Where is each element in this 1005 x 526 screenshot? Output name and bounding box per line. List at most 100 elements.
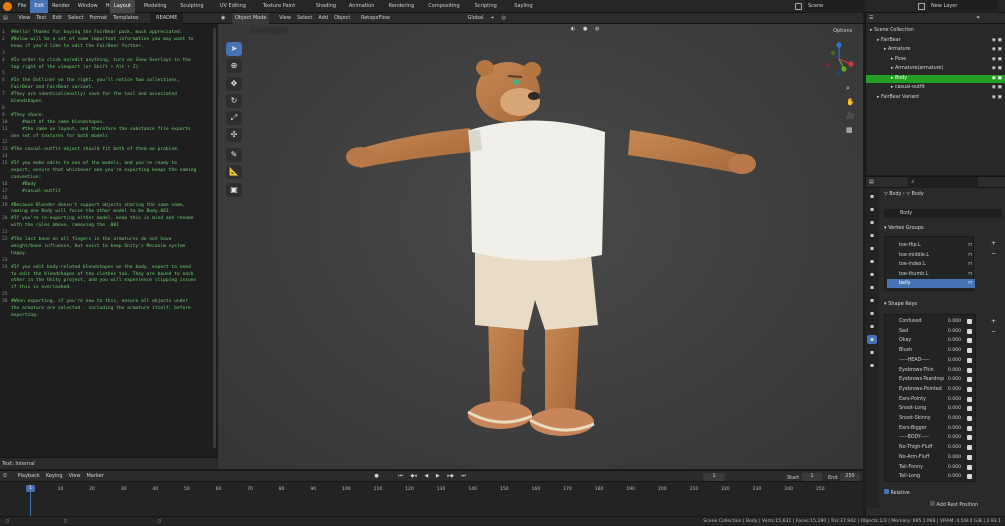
pan-hand-icon[interactable]: ✋ — [846, 98, 855, 106]
vertex-group-remove-icon[interactable]: − — [991, 250, 996, 257]
shape-key-value[interactable]: 0.000 — [948, 453, 961, 462]
properties-tab-view-layer-icon[interactable]: ▪ — [867, 231, 877, 240]
properties-tab-object-icon[interactable]: ▪ — [867, 270, 877, 279]
workspace-tab-rendering[interactable]: Rendering — [385, 0, 419, 13]
transform-orientation[interactable]: Global — [465, 13, 487, 24]
shape-key-item[interactable]: Eyebrows-Teardrop 0.000 — [887, 375, 975, 384]
menu-window[interactable]: Window — [74, 0, 102, 13]
timeline-menu-marker[interactable]: Marker — [83, 471, 106, 482]
outliner-filter-icon[interactable]: ⏷ — [973, 13, 983, 24]
outliner-item[interactable]: ▸ Scene Collection — [866, 27, 1005, 35]
shading-material-icon[interactable]: ◍ — [592, 24, 602, 35]
vertex-group-item[interactable]: toe-Hip.L ⊓ — [887, 241, 975, 250]
snap-icon[interactable]: ⌖ — [488, 13, 497, 24]
add-cube-tool-icon[interactable]: ▣ — [226, 183, 242, 197]
properties-tab-scene-icon[interactable]: ▪ — [867, 244, 877, 253]
shape-key-item[interactable]: No-Arm-Fluff 0.000 — [887, 453, 975, 462]
shape-key-mute-checkbox[interactable] — [967, 367, 972, 373]
properties-tab-texture-icon[interactable]: ▪ — [867, 361, 877, 370]
overlays-icon[interactable]: ◐ — [568, 24, 578, 35]
shape-key-mute-checkbox[interactable] — [967, 386, 972, 392]
object-mode-selector[interactable]: Object Mode — [231, 13, 270, 24]
shape-key-item[interactable]: Ears-Bigger 0.000 — [887, 424, 975, 433]
shape-key-value[interactable]: 0.000 — [948, 346, 961, 355]
shape-key-mute-checkbox[interactable] — [967, 425, 972, 431]
mesh-name-field[interactable]: Body — [884, 209, 1002, 218]
shape-key-item[interactable]: Snoot-Long 0.000 — [887, 404, 975, 413]
shape-key-item[interactable]: Sad 0.000 — [887, 327, 975, 336]
jump-end-icon[interactable]: ⏭ — [458, 471, 469, 482]
shape-key-value[interactable]: 0.000 — [948, 463, 961, 472]
shape-key-value[interactable]: 0.000 — [948, 433, 961, 442]
vertex-groups-list[interactable]: toe-Hip.L ⊓ toe-middle.L ⊓ toe-index.L ⊓ toe-t… — [884, 236, 975, 291]
move-tool-icon[interactable]: ✥ — [226, 77, 242, 91]
shape-key-mute-checkbox[interactable] — [967, 396, 972, 402]
outliner-type-icon[interactable]: ☰ — [866, 13, 876, 24]
menu-render[interactable]: Render — [48, 0, 74, 13]
workspace-tab-scripting[interactable]: Scripting — [471, 0, 501, 13]
workspace-tab-uv-editing[interactable]: UV Editing — [216, 0, 250, 13]
shape-key-mute-checkbox[interactable] — [967, 416, 972, 421]
play-icon[interactable]: ▶ — [433, 471, 443, 482]
text-menu-view[interactable]: View — [15, 13, 33, 24]
visibility-eye-icon[interactable]: ◉ ▣ — [992, 84, 1002, 92]
text-menu-format[interactable]: Format — [86, 13, 110, 24]
shape-key-mute-checkbox[interactable] — [967, 319, 972, 324]
shape-key-mute-checkbox[interactable] — [967, 474, 972, 480]
shape-key-value[interactable]: 0.000 — [948, 317, 961, 326]
shape-key-mute-checkbox[interactable] — [967, 454, 972, 460]
playhead[interactable]: 1 — [26, 485, 35, 492]
shape-key-mute-checkbox[interactable] — [967, 406, 972, 412]
workspace-tab-sculpting[interactable]: Sculpting — [176, 0, 207, 13]
perspective-toggle-icon[interactable]: ▦ — [846, 126, 853, 134]
shape-key-value[interactable]: 0.000 — [948, 414, 961, 423]
measure-tool-icon[interactable]: 📐 — [226, 165, 242, 179]
shape-key-value[interactable]: 0.000 — [948, 336, 961, 345]
lock-icon[interactable]: ⊓ — [968, 279, 972, 288]
camera-view-icon[interactable]: 🎥 — [846, 112, 855, 120]
shape-keys-list[interactable]: Confused 0.000 Sad 0.000 Okay 0.000 Blush 0.000… — [884, 314, 976, 482]
relative-checkbox[interactable]: Relative — [884, 489, 910, 496]
select-box-tool-icon[interactable]: ➤ — [226, 42, 242, 56]
shape-key-value[interactable]: 0.000 — [948, 443, 961, 452]
shape-key-item[interactable]: Confused 0.000 — [887, 317, 975, 326]
view-layer-selector[interactable]: New Layer — [928, 0, 998, 13]
shape-key-mute-checkbox[interactable] — [967, 445, 972, 451]
workspace-tab-compositing[interactable]: Compositing — [424, 0, 463, 13]
outliner-item[interactable]: ▸ Armature(armature) ◉ ▣ — [866, 65, 1005, 73]
shape-key-item[interactable]: -----HEAD----- 0.000 — [887, 356, 975, 365]
shape-key-item[interactable]: Eyebrows-Thin 0.000 — [887, 366, 975, 375]
visibility-eye-icon[interactable]: ◉ ▣ — [992, 46, 1002, 54]
shape-key-mute-checkbox[interactable] — [967, 435, 972, 441]
shape-key-mute-checkbox[interactable] — [967, 348, 972, 354]
scale-tool-icon[interactable]: ⤢ — [226, 111, 242, 125]
properties-tab-output-icon[interactable]: ▪ — [867, 218, 877, 227]
zoom-icon[interactable]: ⌕ — [846, 84, 850, 93]
outliner-item[interactable]: ▸ FairBear ◉ ▣ — [866, 37, 1005, 45]
vertex-group-item[interactable]: belly ⊓ — [887, 279, 975, 288]
workspace-tab-animation[interactable]: Animation — [345, 0, 379, 13]
shape-key-item[interactable]: Okay 0.000 — [887, 336, 975, 345]
outliner-item[interactable]: ▸ Armature ◉ ▣ — [866, 46, 1005, 54]
viewport-options-button[interactable]: Options — [833, 28, 852, 34]
properties-tab-tool-icon[interactable]: ▪ — [867, 192, 877, 201]
shape-key-mute-checkbox[interactable] — [967, 357, 972, 363]
shape-key-mute-checkbox[interactable] — [967, 328, 972, 334]
properties-type-icon[interactable]: ▤ — [866, 177, 877, 188]
text-menu-text[interactable]: Text — [33, 13, 49, 24]
jump-start-icon[interactable]: ⏮ — [395, 471, 406, 482]
shape-key-item[interactable]: Blush 0.000 — [887, 346, 975, 355]
shape-key-item[interactable]: Tail-Long 0.000 — [887, 472, 975, 481]
rotate-tool-icon[interactable]: ↻ — [226, 94, 242, 108]
shape-key-mute-checkbox[interactable] — [967, 377, 972, 383]
cursor-tool-icon[interactable]: ⊕ — [226, 59, 242, 73]
vertex-group-item[interactable]: toe-thumb.L ⊓ — [887, 270, 975, 279]
shape-key-remove-icon[interactable]: − — [991, 328, 996, 335]
outliner-item[interactable]: ▸ FairBear Variant ◉ ▣ — [866, 94, 1005, 102]
properties-search-icon[interactable]: ⌕ — [908, 177, 979, 188]
vertex-group-add-icon[interactable]: + — [991, 240, 996, 247]
select-mode-icons[interactable] — [250, 27, 288, 34]
timeline-type-icon[interactable]: ⏱ — [0, 471, 10, 482]
viewport-menu-object[interactable]: Object — [331, 13, 353, 24]
next-keyframe-icon[interactable]: ▸◆ — [444, 471, 456, 482]
